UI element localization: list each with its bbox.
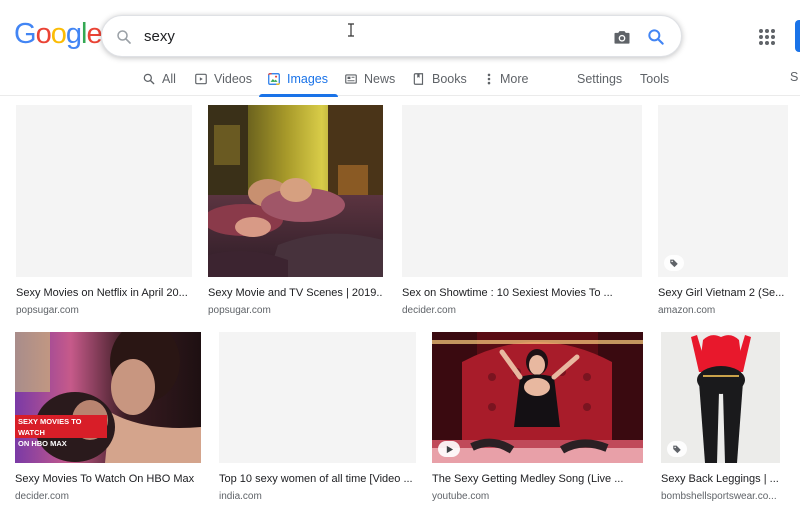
product-tag-badge xyxy=(667,441,687,457)
image-thumbnail[interactable] xyxy=(432,332,643,463)
image-thumbnail[interactable] xyxy=(661,332,780,463)
stage-performance-image xyxy=(432,332,643,463)
image-result[interactable]: SEXY MOVIES TO WATCH ON HBO MAX Sexy Mov… xyxy=(15,332,201,502)
tab-label: Images xyxy=(287,72,328,86)
search-input[interactable]: sexy xyxy=(144,28,175,45)
search-button-icon[interactable] xyxy=(646,27,666,47)
image-result[interactable]: Sex on Showtime : 10 Sexiest Movies To .… xyxy=(402,105,642,316)
play-icon xyxy=(446,445,453,453)
caption-line: ON HBO MAX xyxy=(18,439,67,448)
logo-letter: o xyxy=(50,18,67,50)
tab-label: Tools xyxy=(640,72,670,86)
image-result[interactable]: Sexy Girl Vietnam 2 (Se... amazon.com xyxy=(658,105,788,316)
search-icon xyxy=(143,73,155,85)
result-source: decider.com xyxy=(402,305,456,316)
tab-label: News xyxy=(364,72,396,86)
result-title[interactable]: The Sexy Getting Medley Song (Live ... xyxy=(432,473,643,485)
result-title[interactable]: Sexy Girl Vietnam 2 (Se... xyxy=(658,287,788,299)
google-logo[interactable]: Google xyxy=(14,18,103,50)
image-result[interactable]: Sexy Movies on Netflix in April 20... po… xyxy=(16,105,192,316)
logo-letter: o xyxy=(35,18,52,50)
tab-label: Videos xyxy=(214,72,252,86)
image-thumbnail[interactable] xyxy=(658,105,788,277)
text-cursor-icon xyxy=(348,23,354,37)
logo-letter: e xyxy=(86,18,102,50)
apps-grid-icon[interactable] xyxy=(758,28,776,46)
tab-label: More xyxy=(500,72,529,86)
image-thumbnail[interactable] xyxy=(219,332,416,463)
book-icon xyxy=(413,73,424,85)
tab-news[interactable]: News xyxy=(344,62,395,96)
image-thumbnail[interactable] xyxy=(16,105,192,277)
camera-icon[interactable] xyxy=(612,27,632,47)
search-box[interactable]: sexy xyxy=(101,15,682,57)
image-result[interactable]: Sexy Back Leggings | ... bombshellsports… xyxy=(661,332,780,502)
image-result[interactable]: Top 10 sexy women of all time [Video ...… xyxy=(219,332,416,502)
logo-letter: g xyxy=(65,18,82,50)
search-tabs: All Videos Images News Books More Settin… xyxy=(0,62,800,97)
search-icon xyxy=(117,30,131,44)
tab-tools[interactable]: Tools xyxy=(640,62,669,96)
result-title[interactable]: Sex on Showtime : 10 Sexiest Movies To .… xyxy=(402,287,642,299)
tab-label: Books xyxy=(432,72,467,86)
tab-books[interactable]: Books xyxy=(412,62,467,96)
image-result[interactable]: Sexy Movie and TV Scenes | 2019... popsu… xyxy=(208,105,383,316)
tab-images[interactable]: Images xyxy=(259,62,338,97)
video-badge xyxy=(438,441,460,457)
tab-label: All xyxy=(162,72,176,86)
tab-settings[interactable]: Settings xyxy=(577,62,622,96)
image-thumbnail[interactable]: SEXY MOVIES TO WATCH ON HBO MAX xyxy=(15,332,201,463)
result-title[interactable]: Top 10 sexy women of all time [Video ... xyxy=(219,473,416,485)
news-icon xyxy=(345,74,357,84)
tab-more[interactable]: More xyxy=(482,62,528,96)
caption-line: SEXY MOVIES TO WATCH xyxy=(18,417,82,437)
product-tag-badge xyxy=(664,255,684,271)
safesearch-label[interactable]: S xyxy=(790,70,798,84)
result-source: india.com xyxy=(219,491,262,502)
bedroom-scene-image xyxy=(208,105,383,277)
tag-icon xyxy=(670,259,678,268)
result-source: youtube.com xyxy=(432,491,490,502)
tab-videos[interactable]: Videos xyxy=(194,62,252,96)
result-title[interactable]: Sexy Movies on Netflix in April 20... xyxy=(16,287,192,299)
image-thumbnail[interactable] xyxy=(402,105,642,277)
image-thumbnail[interactable] xyxy=(208,105,383,277)
result-source: popsugar.com xyxy=(16,305,79,316)
tab-label: Settings xyxy=(577,72,623,86)
result-source: decider.com xyxy=(15,491,69,502)
video-play-icon xyxy=(195,73,207,85)
tab-all[interactable]: All xyxy=(142,62,176,96)
result-title[interactable]: Sexy Movie and TV Scenes | 2019... xyxy=(208,287,383,299)
tag-icon xyxy=(673,445,681,454)
result-source: bombshellsportswear.co... xyxy=(661,491,777,502)
result-source: popsugar.com xyxy=(208,305,271,316)
result-title[interactable]: Sexy Back Leggings | ... xyxy=(661,473,780,485)
result-source: amazon.com xyxy=(658,305,716,316)
image-icon xyxy=(268,73,280,85)
sign-in-button[interactable] xyxy=(795,20,800,52)
result-title[interactable]: Sexy Movies To Watch On HBO Max xyxy=(15,473,201,485)
more-vert-icon xyxy=(487,73,491,85)
image-result[interactable]: The Sexy Getting Medley Song (Live ... y… xyxy=(432,332,643,502)
logo-letter: G xyxy=(14,18,37,50)
thumbnail-caption-banner: SEXY MOVIES TO WATCH ON HBO MAX xyxy=(15,415,107,448)
